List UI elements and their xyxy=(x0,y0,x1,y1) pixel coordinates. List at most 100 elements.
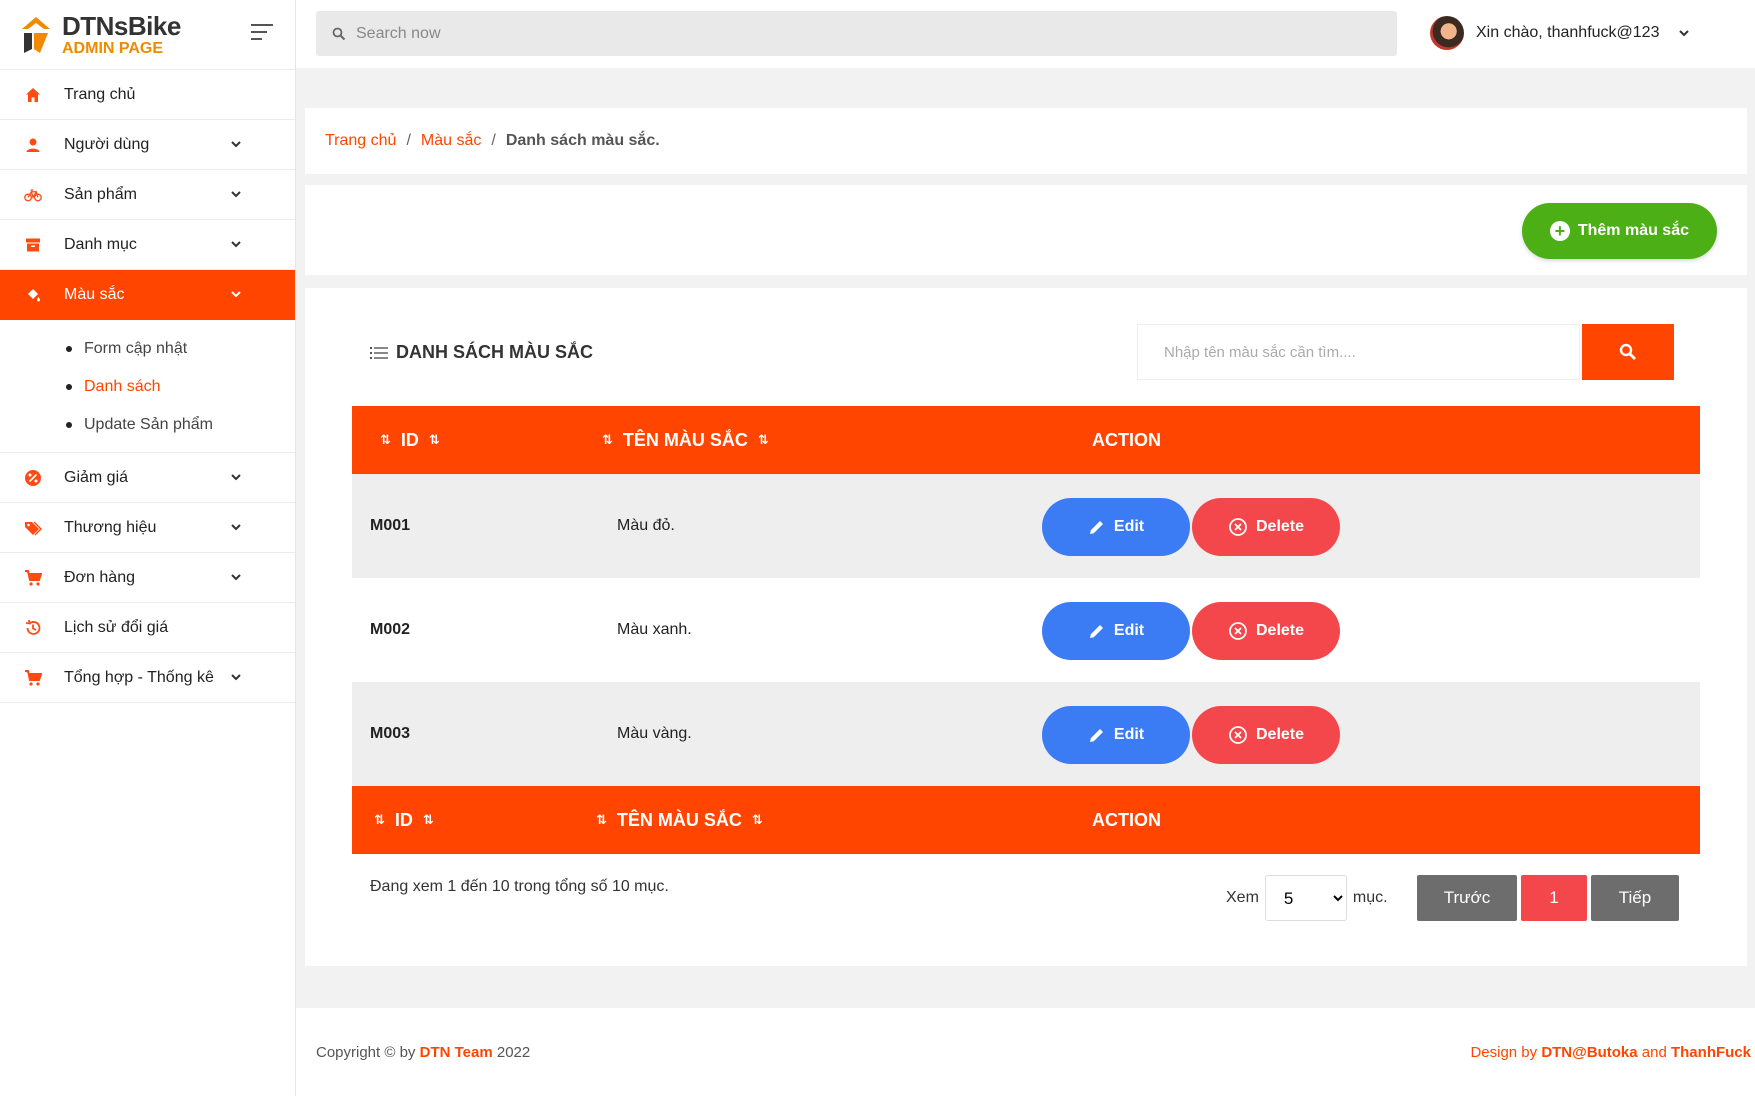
discount-icon xyxy=(24,469,42,487)
chevron-down-icon xyxy=(231,191,241,198)
sidebar-item-label: Lịch sử đổi giá xyxy=(64,618,169,636)
sidebar-item-discounts[interactable]: Giảm giá xyxy=(0,453,295,503)
sidebar-item-home[interactable]: Trang chủ xyxy=(0,70,295,120)
per-page-select[interactable]: 5 xyxy=(1264,875,1347,921)
edit-button[interactable]: Edit xyxy=(1042,602,1190,660)
submenu-item-form[interactable]: Form cập nhật xyxy=(0,330,295,368)
column-header-name[interactable]: ⇅ TÊN MÀU SẮC ⇅ xyxy=(592,406,779,474)
list-title-text: DANH SÁCH MÀU SẮC xyxy=(396,342,593,362)
brand-subtitle: ADMIN PAGE xyxy=(62,39,164,57)
edit-button[interactable]: Edit xyxy=(1042,706,1190,764)
sidebar-item-users[interactable]: Người dùng xyxy=(0,120,295,170)
user-menu[interactable]: Xin chào, thanhfuck@123 xyxy=(1430,16,1691,50)
edit-label: Edit xyxy=(1113,726,1145,743)
breadcrumb-colors[interactable]: Màu sắc xyxy=(421,132,481,150)
delete-button[interactable]: Delete xyxy=(1192,498,1340,556)
sidebar-item-price-history[interactable]: Lịch sử đổi giá xyxy=(0,603,295,653)
submenu-item-update-product[interactable]: Update Sản phẩm xyxy=(0,406,295,444)
per-page-control: Xem 5 mục. xyxy=(1226,875,1388,921)
user-greeting: Xin chào, thanhfuck@123 xyxy=(1476,24,1660,41)
column-header-label: ACTION xyxy=(1092,809,1161,830)
column-footer-name[interactable]: ⇅ TÊN MÀU SẮC ⇅ xyxy=(586,786,773,854)
history-icon xyxy=(24,619,42,637)
design-credit: Design by DTN@Butoka and ThanhFuck xyxy=(1470,1044,1751,1061)
breadcrumb-separator: / xyxy=(491,132,496,149)
close-circle-icon xyxy=(1229,518,1247,536)
delete-button[interactable]: Delete xyxy=(1192,602,1340,660)
edit-label: Edit xyxy=(1113,518,1145,535)
breadcrumb: Trang chủ / Màu sắc / Danh sách màu sắc. xyxy=(305,108,1747,174)
pencil-icon xyxy=(1089,625,1103,638)
column-header-id[interactable]: ⇅ ID ⇅ xyxy=(370,406,450,474)
bicycle-icon xyxy=(24,186,42,204)
sidebar-item-colors[interactable]: Màu sắc xyxy=(0,270,295,320)
delete-button[interactable]: Delete xyxy=(1192,706,1340,764)
cell-id: M003 xyxy=(370,725,411,742)
cell-name: Màu xanh. xyxy=(617,621,692,638)
edit-button[interactable]: Edit xyxy=(1042,498,1190,556)
sidebar-item-label: Đơn hàng xyxy=(64,568,135,586)
sidebar-item-label: Màu sắc xyxy=(64,286,125,303)
column-header-label: ID xyxy=(400,429,419,450)
sort-icon: ⇅ xyxy=(602,432,613,447)
team-link[interactable]: DTN Team xyxy=(420,1044,493,1061)
cart-icon xyxy=(24,669,42,687)
breadcrumb-separator: / xyxy=(406,132,411,149)
sidebar-item-categories[interactable]: Danh mục xyxy=(0,220,295,270)
sidebar-item-brands[interactable]: Thương hiệu xyxy=(0,503,295,553)
sidebar-item-statistics[interactable]: Tổng hợp - Thống kê xyxy=(0,653,295,703)
color-search xyxy=(1137,324,1580,380)
table-header: ⇅ ID ⇅ ⇅ TÊN MÀU SẮC ⇅ ACTION xyxy=(352,406,1700,474)
color-search-input[interactable] xyxy=(1164,343,1564,361)
copyright: Copyright © by DTN Team 2022 xyxy=(316,1044,530,1061)
column-header-label: TÊN MÀU SẮC xyxy=(622,429,748,450)
sort-icon: ⇅ xyxy=(422,812,434,827)
cell-id: M001 xyxy=(370,517,411,534)
sidebar-item-orders[interactable]: Đơn hàng xyxy=(0,553,295,603)
add-color-button[interactable]: + Thêm màu sắc xyxy=(1521,203,1717,259)
pagination: Trước 1 Tiếp xyxy=(1417,875,1683,921)
colors-submenu: Form cập nhật Danh sách Update Sản phẩm xyxy=(0,320,295,453)
brand: DTNsBike ADMIN PAGE xyxy=(0,0,295,70)
archive-icon xyxy=(24,236,42,254)
column-footer-id[interactable]: ⇅ ID ⇅ xyxy=(364,786,444,854)
chevron-down-icon xyxy=(231,574,241,581)
global-search-input[interactable] xyxy=(356,24,1256,43)
cell-name: Màu đỏ. xyxy=(617,517,675,534)
pencil-icon xyxy=(1089,729,1103,742)
sort-icon: ⇅ xyxy=(428,432,440,447)
bullet-icon xyxy=(66,346,72,352)
color-search-button[interactable] xyxy=(1582,324,1674,380)
search-icon xyxy=(332,27,346,40)
column-header-action: ACTION xyxy=(1092,406,1161,474)
sidebar-item-label: Sản phẩm xyxy=(64,185,137,203)
sidebar-item-products[interactable]: Sản phẩm xyxy=(0,170,295,220)
chevron-down-icon xyxy=(231,241,241,248)
menu-toggle-icon[interactable] xyxy=(251,24,273,42)
list-icon xyxy=(370,346,388,359)
cart-icon xyxy=(24,569,42,587)
copyright-year: 2022 xyxy=(496,1044,531,1061)
chevron-down-icon xyxy=(1679,30,1690,37)
prev-page-button[interactable]: Trước xyxy=(1417,875,1517,921)
author-link[interactable]: ThanhFuck xyxy=(1671,1044,1751,1061)
sort-icon: ⇅ xyxy=(380,432,391,447)
sort-icon: ⇅ xyxy=(751,812,763,827)
tags-icon xyxy=(24,519,42,537)
next-page-button[interactable]: Tiếp xyxy=(1591,875,1679,921)
per-page-prefix: Xem xyxy=(1226,889,1259,906)
submenu-item-list[interactable]: Danh sách xyxy=(0,368,295,406)
table-footer-header: ⇅ ID ⇅ ⇅ TÊN MÀU SẮC ⇅ ACTION xyxy=(352,786,1700,854)
breadcrumb-home[interactable]: Trang chủ xyxy=(325,132,396,150)
sort-icon: ⇅ xyxy=(757,432,769,447)
chevron-down-icon xyxy=(231,291,241,298)
author-link[interactable]: DTN@Butoka xyxy=(1541,1044,1637,1061)
close-circle-icon xyxy=(1229,726,1247,744)
sidebar-item-label: Thương hiệu xyxy=(64,518,157,536)
submenu-item-label: Danh sách xyxy=(84,378,161,395)
chevron-down-icon xyxy=(231,474,241,481)
sidebar: DTNsBike ADMIN PAGE Trang chủ Người dùng… xyxy=(0,0,296,1096)
brand-logo-icon xyxy=(22,16,50,53)
per-page-suffix: mục. xyxy=(1352,889,1388,906)
page-number-button[interactable]: 1 xyxy=(1521,875,1587,921)
